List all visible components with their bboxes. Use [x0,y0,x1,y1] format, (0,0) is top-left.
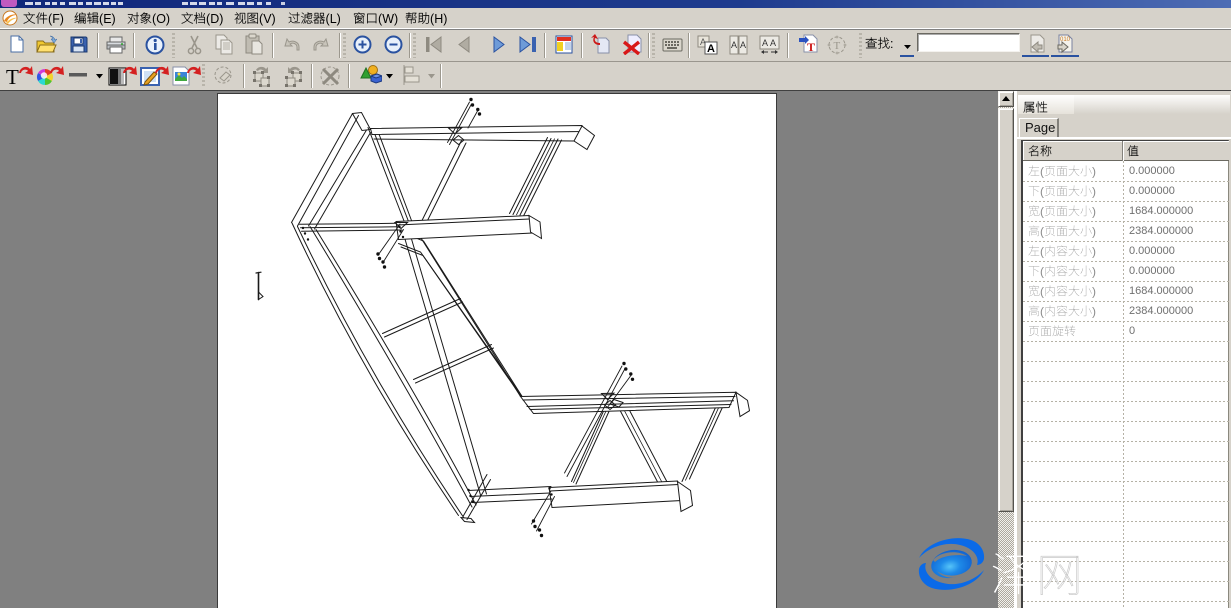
svg-text:): ) [1092,224,1096,238]
svg-text:): ) [1092,284,1096,298]
svg-text:): ) [1092,244,1096,258]
svg-text:): ) [1092,304,1096,318]
svg-text:(: ( [1040,304,1044,318]
svg-text:(: ( [1040,264,1044,278]
svg-text:(: ( [1040,204,1044,218]
svg-text:(: ( [1040,184,1044,198]
svg-text:): ) [1092,184,1096,198]
svg-text:): ) [1092,164,1096,178]
svg-text:(: ( [1040,224,1044,238]
svg-text:(: ( [1040,164,1044,178]
svg-text:): ) [1092,264,1096,278]
svg-text:): ) [1092,204,1096,218]
svg-text:(: ( [1040,284,1044,298]
svg-text:(: ( [1040,244,1044,258]
